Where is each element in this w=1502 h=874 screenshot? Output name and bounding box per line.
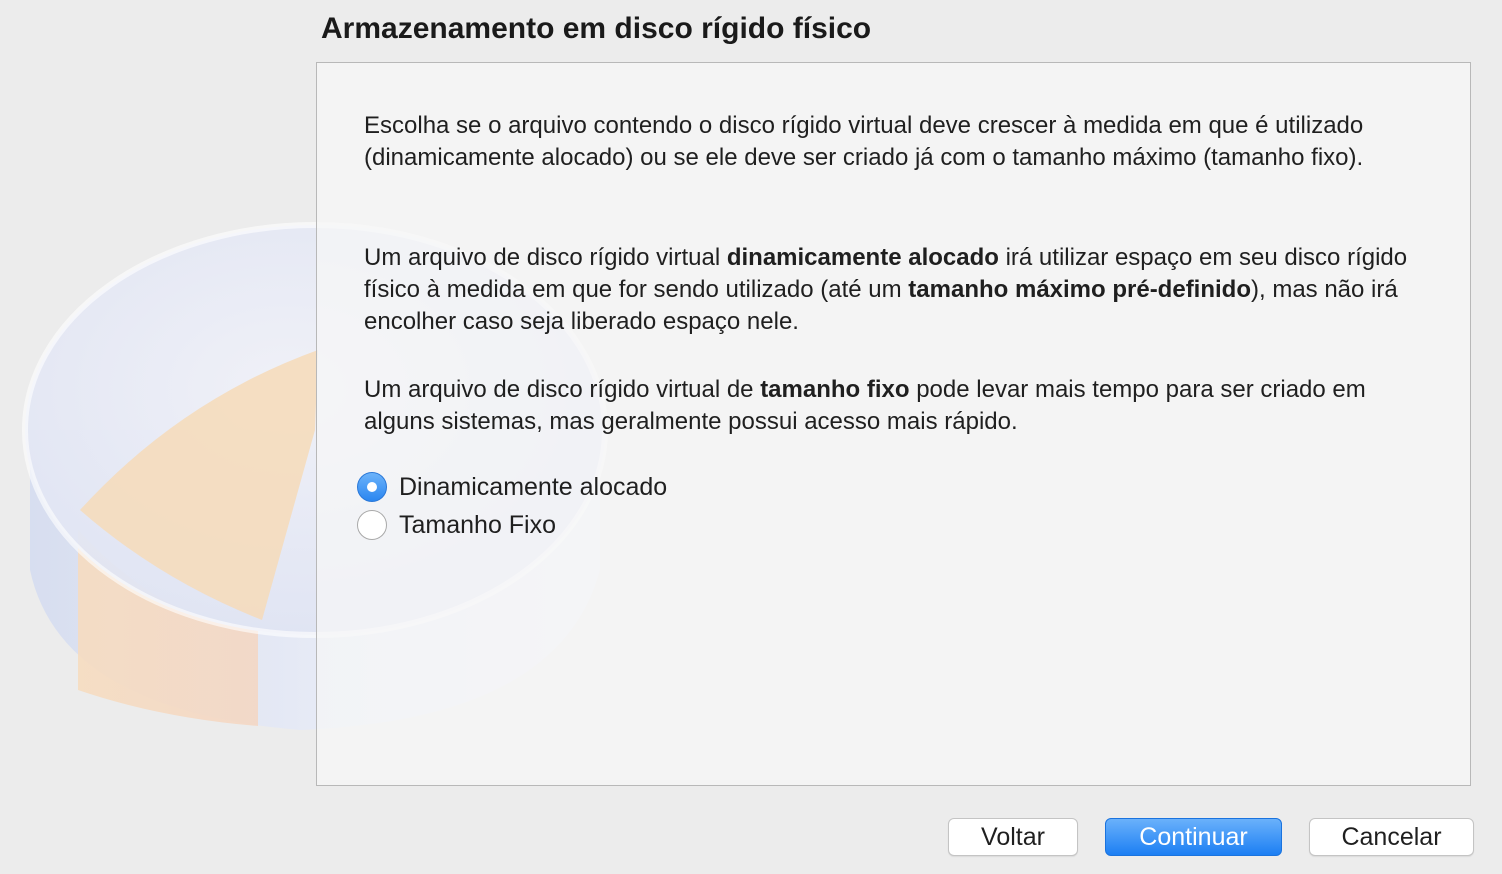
fixed-desc-bold-1: tamanho fixo xyxy=(760,376,910,403)
dynamic-desc-text-1: Um arquivo de disco rígido virtual xyxy=(364,244,727,271)
radio-option-fixed[interactable]: Tamanho Fixo xyxy=(357,508,556,542)
continue-button[interactable]: Continuar xyxy=(1105,818,1282,856)
fixed-description: Um arquivo de disco rígido virtual de ta… xyxy=(364,374,1424,438)
dynamic-description: Um arquivo de disco rígido virtual dinam… xyxy=(364,242,1424,338)
cancel-button[interactable]: Cancelar xyxy=(1309,818,1474,856)
intro-text: Escolha se o arquivo contendo o disco rí… xyxy=(364,112,1364,171)
radio-label-fixed[interactable]: Tamanho Fixo xyxy=(399,511,556,540)
back-button[interactable]: Voltar xyxy=(948,818,1078,856)
radio-label-dynamic[interactable]: Dinamicamente alocado xyxy=(399,473,667,502)
radio-button-unselected[interactable] xyxy=(357,510,387,540)
fixed-desc-text-1: Um arquivo de disco rígido virtual de xyxy=(364,376,761,403)
dynamic-desc-bold-2: tamanho máximo pré-definido xyxy=(908,276,1251,303)
dynamic-desc-bold-1: dinamicamente alocado xyxy=(726,244,999,271)
radio-button-selected[interactable] xyxy=(357,472,387,502)
radio-dot-icon xyxy=(367,482,377,492)
radio-option-dynamic[interactable]: Dinamicamente alocado xyxy=(357,470,667,504)
page-title: Armazenamento em disco rígido físico xyxy=(321,12,872,45)
